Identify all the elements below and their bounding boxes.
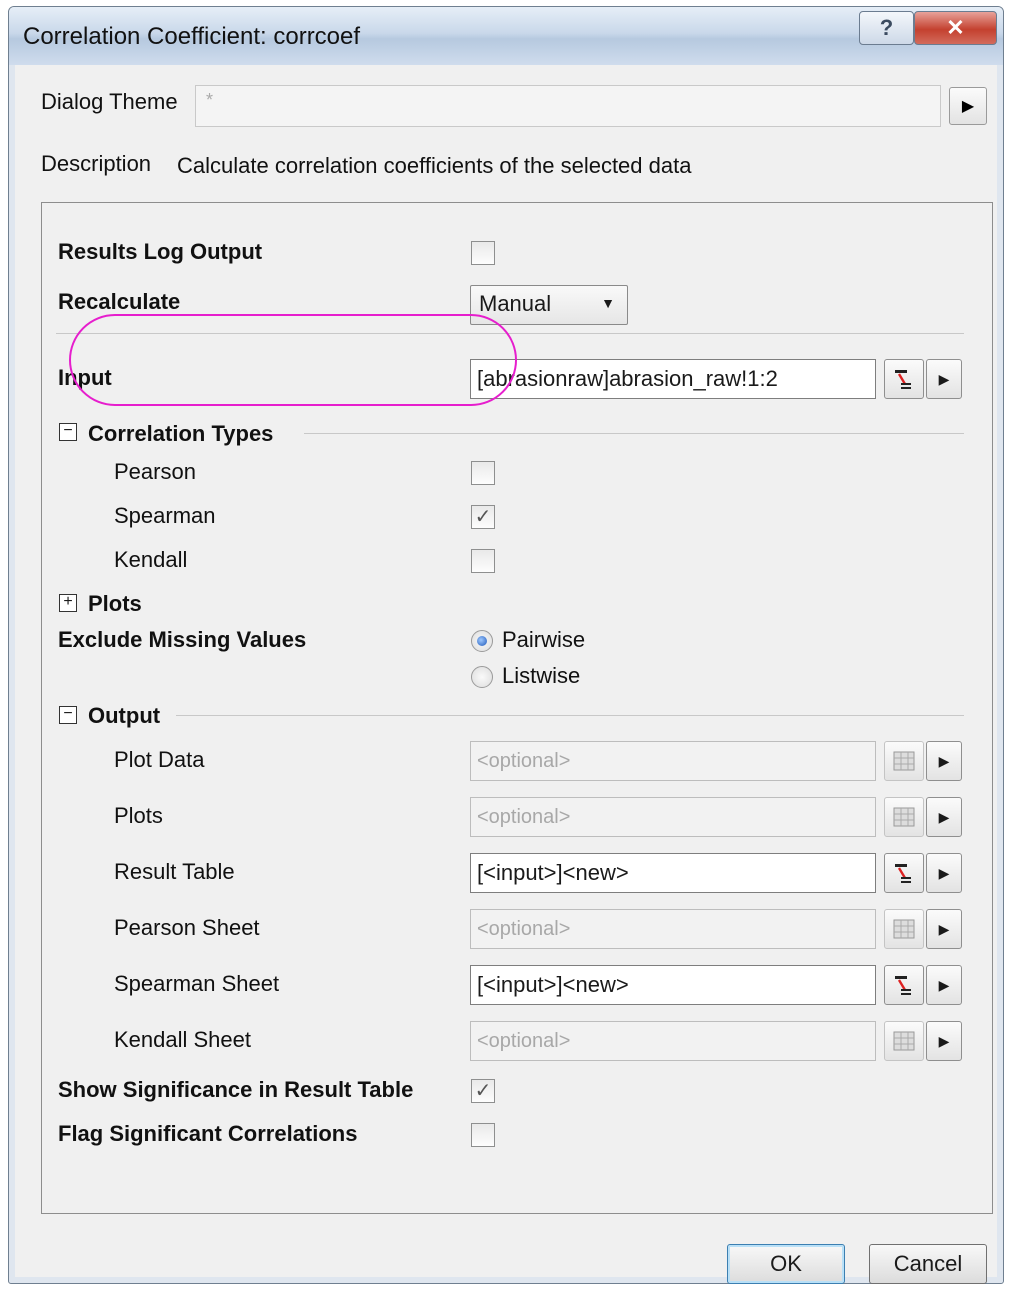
plot-data-field[interactable]: <optional> xyxy=(470,741,876,781)
dialog-theme-label: Dialog Theme xyxy=(41,89,178,114)
worksheet-icon xyxy=(893,807,915,827)
kendall-sheet-label: Kendall Sheet xyxy=(114,1027,251,1052)
correlation-types-collapse-toggle[interactable]: − xyxy=(59,423,77,441)
highlight-annotation-ellipse xyxy=(69,314,517,406)
description-label: Description xyxy=(41,151,152,176)
plots-output-label: Plots xyxy=(114,803,163,828)
recalculate-label: Recalculate xyxy=(58,289,181,314)
play-icon: ▶ xyxy=(938,370,950,387)
plot-data-label: Plot Data xyxy=(114,747,205,772)
pearson-sheet-menu-button[interactable]: ▶ xyxy=(926,909,962,949)
select-range-icon xyxy=(895,976,911,995)
show-significance-label: Show Significance in Result Table xyxy=(58,1077,414,1102)
checkmark-icon: ✓ xyxy=(474,506,492,528)
pairwise-label: Pairwise xyxy=(502,627,586,652)
collapse-icon: − xyxy=(63,422,73,439)
play-icon: ▶ xyxy=(961,98,975,115)
collapse-icon: − xyxy=(63,705,73,722)
kendall-sheet-browse-button[interactable] xyxy=(884,1021,924,1061)
pearson-label: Pearson xyxy=(114,459,196,484)
result-table-select-button[interactable] xyxy=(884,853,924,893)
dialog-theme-menu-button[interactable]: ▶ xyxy=(949,87,987,125)
flag-significant-checkbox[interactable] xyxy=(471,1123,495,1147)
play-icon: ▶ xyxy=(938,864,950,881)
worksheet-icon xyxy=(893,1031,915,1051)
correlation-types-label: Correlation Types xyxy=(88,421,274,446)
plot-data-menu-button[interactable]: ▶ xyxy=(926,741,962,781)
kendall-sheet-menu-button[interactable]: ▶ xyxy=(926,1021,962,1061)
plots-expand-toggle[interactable]: + xyxy=(59,594,77,612)
input-menu-button[interactable]: ▶ xyxy=(926,359,962,399)
close-button[interactable]: ✕ xyxy=(914,11,997,45)
output-section-label: Output xyxy=(88,703,161,728)
play-icon: ▶ xyxy=(938,976,950,993)
kendall-sheet-field[interactable]: <optional> xyxy=(470,1021,876,1061)
chevron-down-icon: ▼ xyxy=(601,295,615,311)
listwise-radio[interactable] xyxy=(471,666,493,688)
dialog-client: Dialog Theme * ▶ Description Calculate c… xyxy=(15,65,997,1284)
dialog-window: Correlation Coefficient: corrcoef ? ✕ Di… xyxy=(8,6,1004,1284)
spearman-sheet-menu-button[interactable]: ▶ xyxy=(926,965,962,1005)
expand-icon: + xyxy=(63,593,73,610)
divider xyxy=(304,433,964,434)
help-icon: ? xyxy=(879,15,894,40)
plots-section-label: Plots xyxy=(88,591,142,616)
pearson-sheet-field[interactable]: <optional> xyxy=(470,909,876,949)
show-significance-checkbox[interactable]: ✓ xyxy=(471,1079,495,1103)
spearman-sheet-select-button[interactable] xyxy=(884,965,924,1005)
spearman-label: Spearman xyxy=(114,503,216,528)
pearson-sheet-label: Pearson Sheet xyxy=(114,915,260,940)
select-range-icon xyxy=(895,370,911,389)
close-icon: ✕ xyxy=(946,15,965,40)
pearson-checkbox[interactable] xyxy=(471,461,495,485)
play-icon: ▶ xyxy=(938,1032,950,1049)
flag-significant-label: Flag Significant Correlations xyxy=(58,1121,358,1146)
plot-data-browse-button[interactable] xyxy=(884,741,924,781)
help-button[interactable]: ? xyxy=(859,11,914,45)
dialog-theme-field[interactable]: * xyxy=(195,85,941,127)
input-select-range-button[interactable] xyxy=(884,359,924,399)
spearman-sheet-field[interactable]: [<input>]<new> xyxy=(470,965,876,1005)
divider xyxy=(176,715,964,716)
result-table-label: Result Table xyxy=(114,859,235,884)
worksheet-icon xyxy=(893,751,915,771)
spearman-sheet-label: Spearman Sheet xyxy=(114,971,280,996)
results-log-label: Results Log Output xyxy=(58,239,263,264)
listwise-label: Listwise xyxy=(502,663,581,688)
plots-output-menu-button[interactable]: ▶ xyxy=(926,797,962,837)
ok-button[interactable]: OK xyxy=(727,1244,845,1284)
worksheet-icon xyxy=(893,919,915,939)
select-range-icon xyxy=(895,864,911,883)
cancel-button[interactable]: Cancel xyxy=(869,1244,987,1284)
title-bar[interactable]: Correlation Coefficient: corrcoef ? ✕ xyxy=(9,7,1003,65)
play-icon: ▶ xyxy=(938,808,950,825)
plots-output-field[interactable]: <optional> xyxy=(470,797,876,837)
kendall-label: Kendall xyxy=(114,547,188,572)
description-text: Calculate correlation coefficients of th… xyxy=(177,153,692,178)
play-icon: ▶ xyxy=(938,920,950,937)
play-icon: ▶ xyxy=(938,752,950,769)
pairwise-radio[interactable] xyxy=(471,630,493,652)
input-field[interactable]: [abrasionraw]abrasion_raw!1:2 xyxy=(470,359,876,399)
window-title: Correlation Coefficient: corrcoef xyxy=(23,23,361,50)
spearman-checkbox[interactable]: ✓ xyxy=(471,505,495,529)
pearson-sheet-browse-button[interactable] xyxy=(884,909,924,949)
result-table-menu-button[interactable]: ▶ xyxy=(926,853,962,893)
results-log-checkbox[interactable] xyxy=(471,241,495,265)
output-collapse-toggle[interactable]: − xyxy=(59,706,77,724)
exclude-missing-label: Exclude Missing Values xyxy=(58,627,307,652)
plots-output-browse-button[interactable] xyxy=(884,797,924,837)
kendall-checkbox[interactable] xyxy=(471,549,495,573)
result-table-field[interactable]: [<input>]<new> xyxy=(470,853,876,893)
checkmark-icon: ✓ xyxy=(474,1080,492,1102)
